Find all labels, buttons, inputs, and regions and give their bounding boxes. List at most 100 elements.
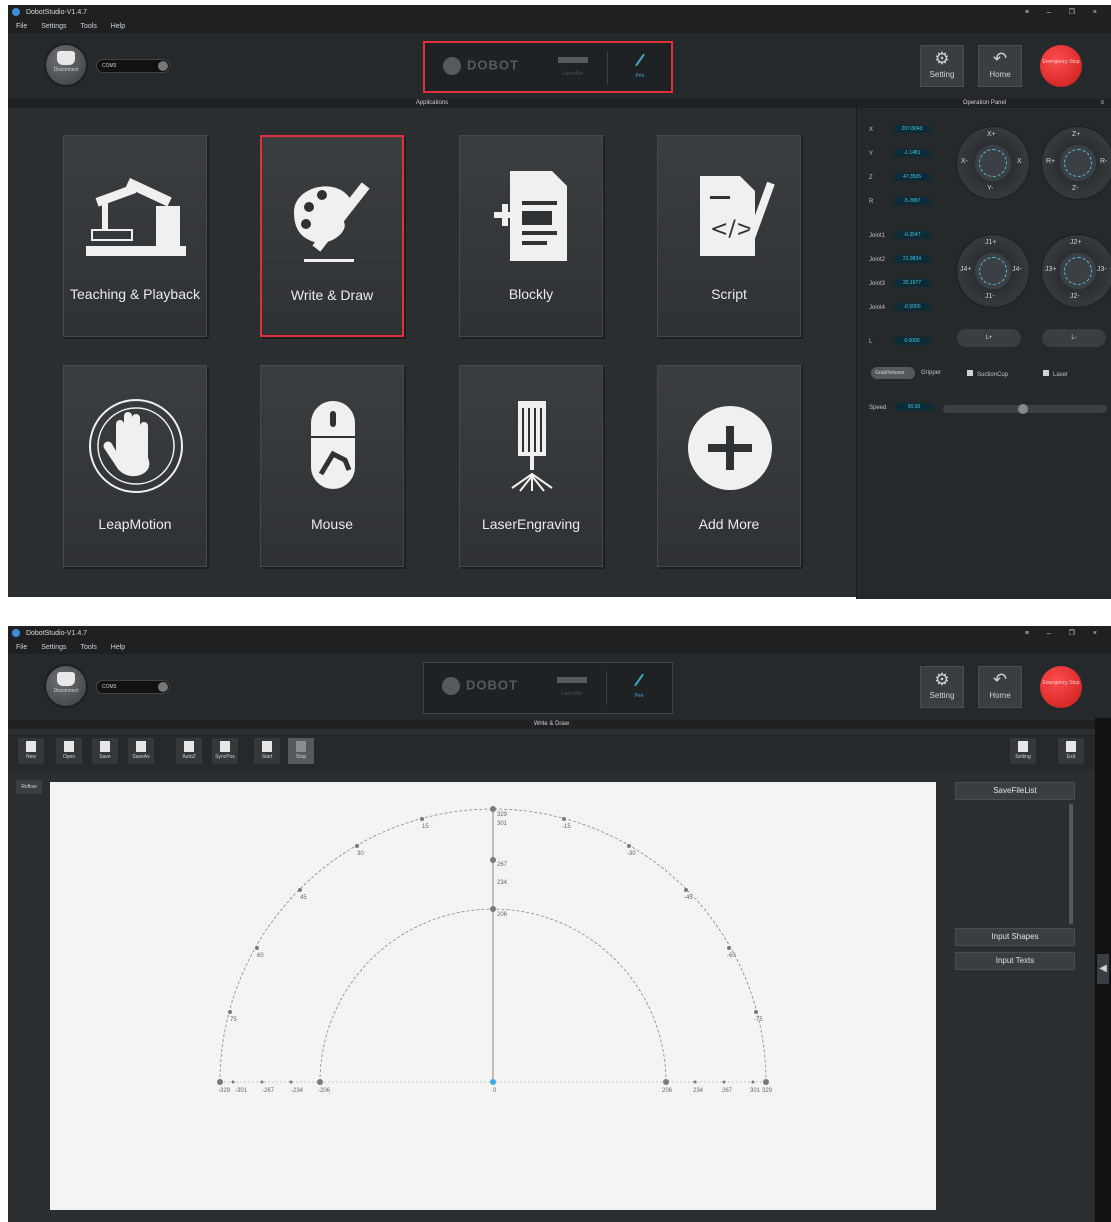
col-label-2: 234 [497, 880, 508, 886]
j2-j3-jog-dial[interactable]: J2+ J2- J3+ J3- [1042, 235, 1111, 307]
port-select[interactable]: COM3 [96, 680, 170, 694]
input-shapes-button[interactable]: Input Shapes [955, 928, 1075, 946]
open-button[interactable]: Open [56, 738, 82, 764]
dobot-brand: DOBOT [443, 57, 519, 75]
j4-minus-button[interactable]: J4- [1012, 266, 1022, 273]
disconnect-button[interactable]: Disconnect [46, 45, 86, 85]
save-button[interactable]: Save [92, 738, 118, 764]
zr-jog-dial[interactable]: Z+ Z- R+ R- [1042, 127, 1111, 199]
menu-settings[interactable]: Settings [41, 644, 66, 651]
menu-tools[interactable]: Tools [80, 644, 96, 651]
angle-left-1: 30 [357, 851, 364, 857]
end-effector-laser[interactable]: LaserBar [553, 53, 593, 77]
y-minus-button[interactable]: Y- [987, 185, 993, 192]
j2-minus-button[interactable]: J2- [1070, 293, 1080, 300]
speed-slider[interactable] [943, 404, 1107, 414]
end-effector-pen[interactable]: Pen [619, 671, 659, 699]
l-plus-button[interactable]: L+ [957, 329, 1021, 347]
reflow-button[interactable]: Reflow [16, 780, 42, 794]
grab-release-toggle[interactable]: GrabRelease [871, 367, 915, 379]
option-suction-cup[interactable]: SuctionCup [967, 370, 1008, 378]
tile-add-more[interactable]: Add More [657, 365, 801, 567]
emergency-stop-button[interactable]: Emergency Stop [1040, 45, 1082, 87]
sync-pos-button[interactable]: SyncPos [212, 738, 238, 764]
option-gripper[interactable]: Gripper [921, 370, 941, 376]
j2-plus-button[interactable]: J2+ [1070, 239, 1081, 246]
autoz-button[interactable]: AutoZ [176, 738, 202, 764]
dobot-device-panel[interactable]: DOBOT LaserBar Pen [423, 41, 673, 93]
dobot-device-panel[interactable]: DOBOT LaserBar Pen [423, 662, 673, 714]
z-plus-button[interactable]: Z+ [1072, 131, 1080, 138]
tile-mouse[interactable]: Mouse [260, 365, 404, 567]
x-minus-button[interactable]: X- [961, 158, 968, 165]
operation-panel-header: Operation Panel ≡ [857, 99, 1111, 108]
gear-icon: ⚙ [934, 670, 950, 689]
tile-write-draw[interactable]: Write & Draw [260, 135, 404, 337]
menu-help[interactable]: Help [111, 23, 125, 30]
j3-minus-button[interactable]: J3- [1097, 266, 1107, 273]
coord-x: X 207.8043 [869, 125, 931, 133]
stop-button[interactable]: Stop [288, 738, 314, 764]
new-button[interactable]: New [18, 738, 44, 764]
xy-jog-dial[interactable]: X+ Y- X- X [957, 127, 1029, 199]
j4-plus-button[interactable]: J4+ [960, 266, 971, 273]
window-controls[interactable]: ≡ – ❐ × [1025, 5, 1105, 21]
write-draw-toolbar: New Open Save SaveAs AutoZ SyncPos Start… [8, 734, 1111, 770]
play-icon [262, 741, 272, 752]
menu-settings[interactable]: Settings [41, 23, 66, 30]
collapse-arrow-icon[interactable]: ◀ [1097, 954, 1109, 984]
palette-pen-icon [294, 182, 370, 262]
end-effector-pen[interactable]: Pen [620, 51, 660, 79]
dobot-logo-icon [443, 57, 461, 75]
tick-right-3: 301 [750, 1088, 761, 1094]
tile-blockly[interactable]: Blockly [459, 135, 603, 337]
x-button[interactable]: X [1017, 158, 1022, 165]
home-button[interactable]: ↶ Home [978, 666, 1022, 708]
stop-icon [296, 741, 306, 752]
j1-plus-button[interactable]: J1+ [985, 239, 996, 246]
home-button[interactable]: ↶ Home [978, 45, 1022, 87]
new-file-icon [26, 741, 36, 752]
port-knob-icon [158, 61, 168, 71]
speed-slider-knob[interactable] [1018, 404, 1028, 414]
tile-teaching-playback[interactable]: Teaching & Playback [63, 135, 207, 337]
l-minus-button[interactable]: L- [1042, 329, 1106, 347]
file-list-scrollbar[interactable] [1069, 804, 1073, 924]
autoz-icon [184, 741, 194, 752]
mid-top-label: 267 [497, 862, 508, 868]
coord-z: Z 47.3505 [869, 173, 931, 181]
option-laser[interactable]: Laser [1043, 370, 1068, 378]
window-controls[interactable]: ≡ – ❐ × [1025, 626, 1105, 642]
setting-button[interactable]: ⚙ Setting [920, 666, 964, 708]
j1-j4-jog-dial[interactable]: J1+ J1- J4+ J4- [957, 235, 1029, 307]
x-plus-button[interactable]: X+ [987, 131, 996, 138]
start-button[interactable]: Start [254, 738, 280, 764]
exit-button[interactable]: Exit [1058, 738, 1084, 764]
j1-minus-button[interactable]: J1- [985, 293, 995, 300]
port-select[interactable]: COM3 [96, 59, 170, 73]
input-texts-button[interactable]: Input Texts [955, 952, 1075, 970]
drawing-canvas[interactable]: 329 267 206 301 234 0 -329 -301 -267 -23… [50, 782, 936, 1210]
menu-file[interactable]: File [16, 644, 27, 651]
home-return-icon: ↶ [992, 670, 1008, 689]
save-file-list-header[interactable]: SaveFileList [955, 782, 1075, 800]
tile-script[interactable]: </> Script [657, 135, 801, 337]
joint-1-value: -0.3547 [893, 231, 931, 239]
tile-laser-engraving[interactable]: LaserEngraving [459, 365, 603, 567]
tile-leapmotion[interactable]: LeapMotion [63, 365, 207, 567]
save-as-button[interactable]: SaveAs [128, 738, 154, 764]
r-plus-button[interactable]: R+ [1046, 158, 1055, 165]
end-effector-laser[interactable]: LaserBar [552, 673, 592, 697]
menu-help[interactable]: Help [111, 644, 125, 651]
panel-menu-icon[interactable]: ≡ [1100, 99, 1104, 108]
disconnect-button[interactable]: Disconnect [46, 666, 86, 706]
menu-tools[interactable]: Tools [80, 23, 96, 30]
j3-plus-button[interactable]: J3+ [1045, 266, 1056, 273]
r-minus-button[interactable]: R- [1100, 158, 1107, 165]
menu-file[interactable]: File [16, 23, 27, 30]
z-minus-button[interactable]: Z- [1072, 185, 1079, 192]
emergency-stop-button[interactable]: Emergency Stop [1040, 666, 1082, 708]
wd-setting-button[interactable]: Setting [1010, 738, 1036, 764]
col-label-1: 301 [497, 821, 508, 827]
setting-button[interactable]: ⚙ Setting [920, 45, 964, 87]
